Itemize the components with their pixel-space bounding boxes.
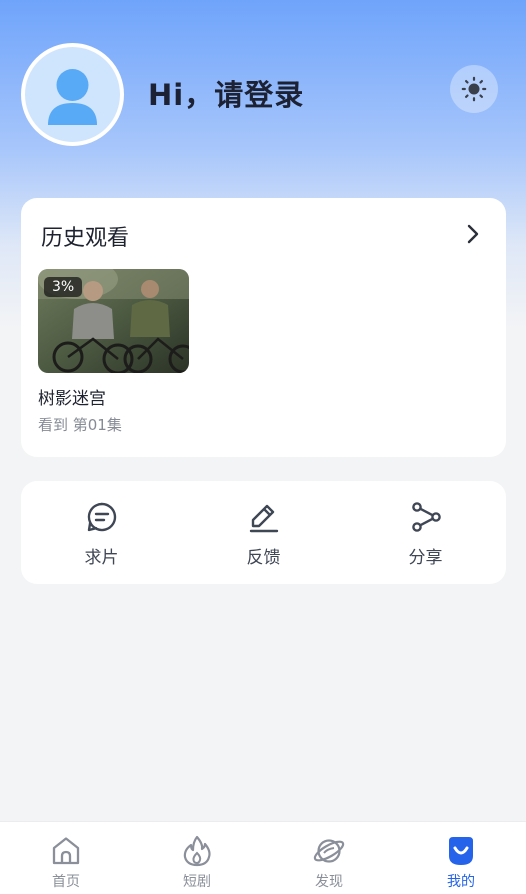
- feedback-button[interactable]: 反馈: [183, 481, 344, 584]
- user-icon: [48, 69, 97, 125]
- planet-icon: [313, 839, 345, 863]
- chevron-right-icon: [467, 224, 479, 244]
- tab-mine[interactable]: 我的: [395, 822, 526, 894]
- action-label: 反馈: [246, 548, 281, 568]
- request-movie-button[interactable]: 求片: [21, 481, 182, 584]
- theme-toggle-button[interactable]: [450, 65, 498, 113]
- tab-label: 发现: [315, 874, 343, 890]
- tab-label: 首页: [52, 874, 80, 890]
- message-icon: [87, 502, 116, 532]
- tab-discover[interactable]: 发现: [263, 822, 395, 894]
- avatar[interactable]: [21, 43, 124, 146]
- history-title: 历史观看: [41, 226, 130, 251]
- tab-label: 我的: [447, 874, 475, 890]
- action-label: 分享: [408, 548, 443, 568]
- bottom-tab-bar: 首页 短剧 发现 我的: [0, 821, 526, 894]
- history-item-episode: 看到 第01集: [38, 416, 122, 434]
- tab-label: 短剧: [183, 874, 211, 890]
- login-greeting[interactable]: Hi，请登录: [148, 72, 304, 114]
- flame-icon: [183, 835, 211, 867]
- tab-home[interactable]: 首页: [0, 822, 132, 894]
- share-button[interactable]: 分享: [345, 481, 506, 584]
- quick-actions-card: 求片 反馈 分享: [21, 481, 506, 584]
- smile-icon: [449, 837, 473, 865]
- home-icon: [52, 837, 80, 865]
- tab-short-drama[interactable]: 短剧: [131, 822, 263, 894]
- watch-progress-badge: 3%: [44, 277, 83, 297]
- action-label: 求片: [84, 548, 119, 568]
- sun-icon: [461, 76, 487, 102]
- history-card: 历史观看 3% 树影迷宫 看到 第01集: [21, 198, 506, 457]
- history-item-thumbnail[interactable]: 3%: [38, 269, 189, 373]
- edit-icon: [249, 504, 278, 533]
- history-item-title[interactable]: 树影迷宫: [38, 384, 106, 409]
- history-more-button[interactable]: [461, 222, 485, 250]
- share-icon: [411, 502, 441, 532]
